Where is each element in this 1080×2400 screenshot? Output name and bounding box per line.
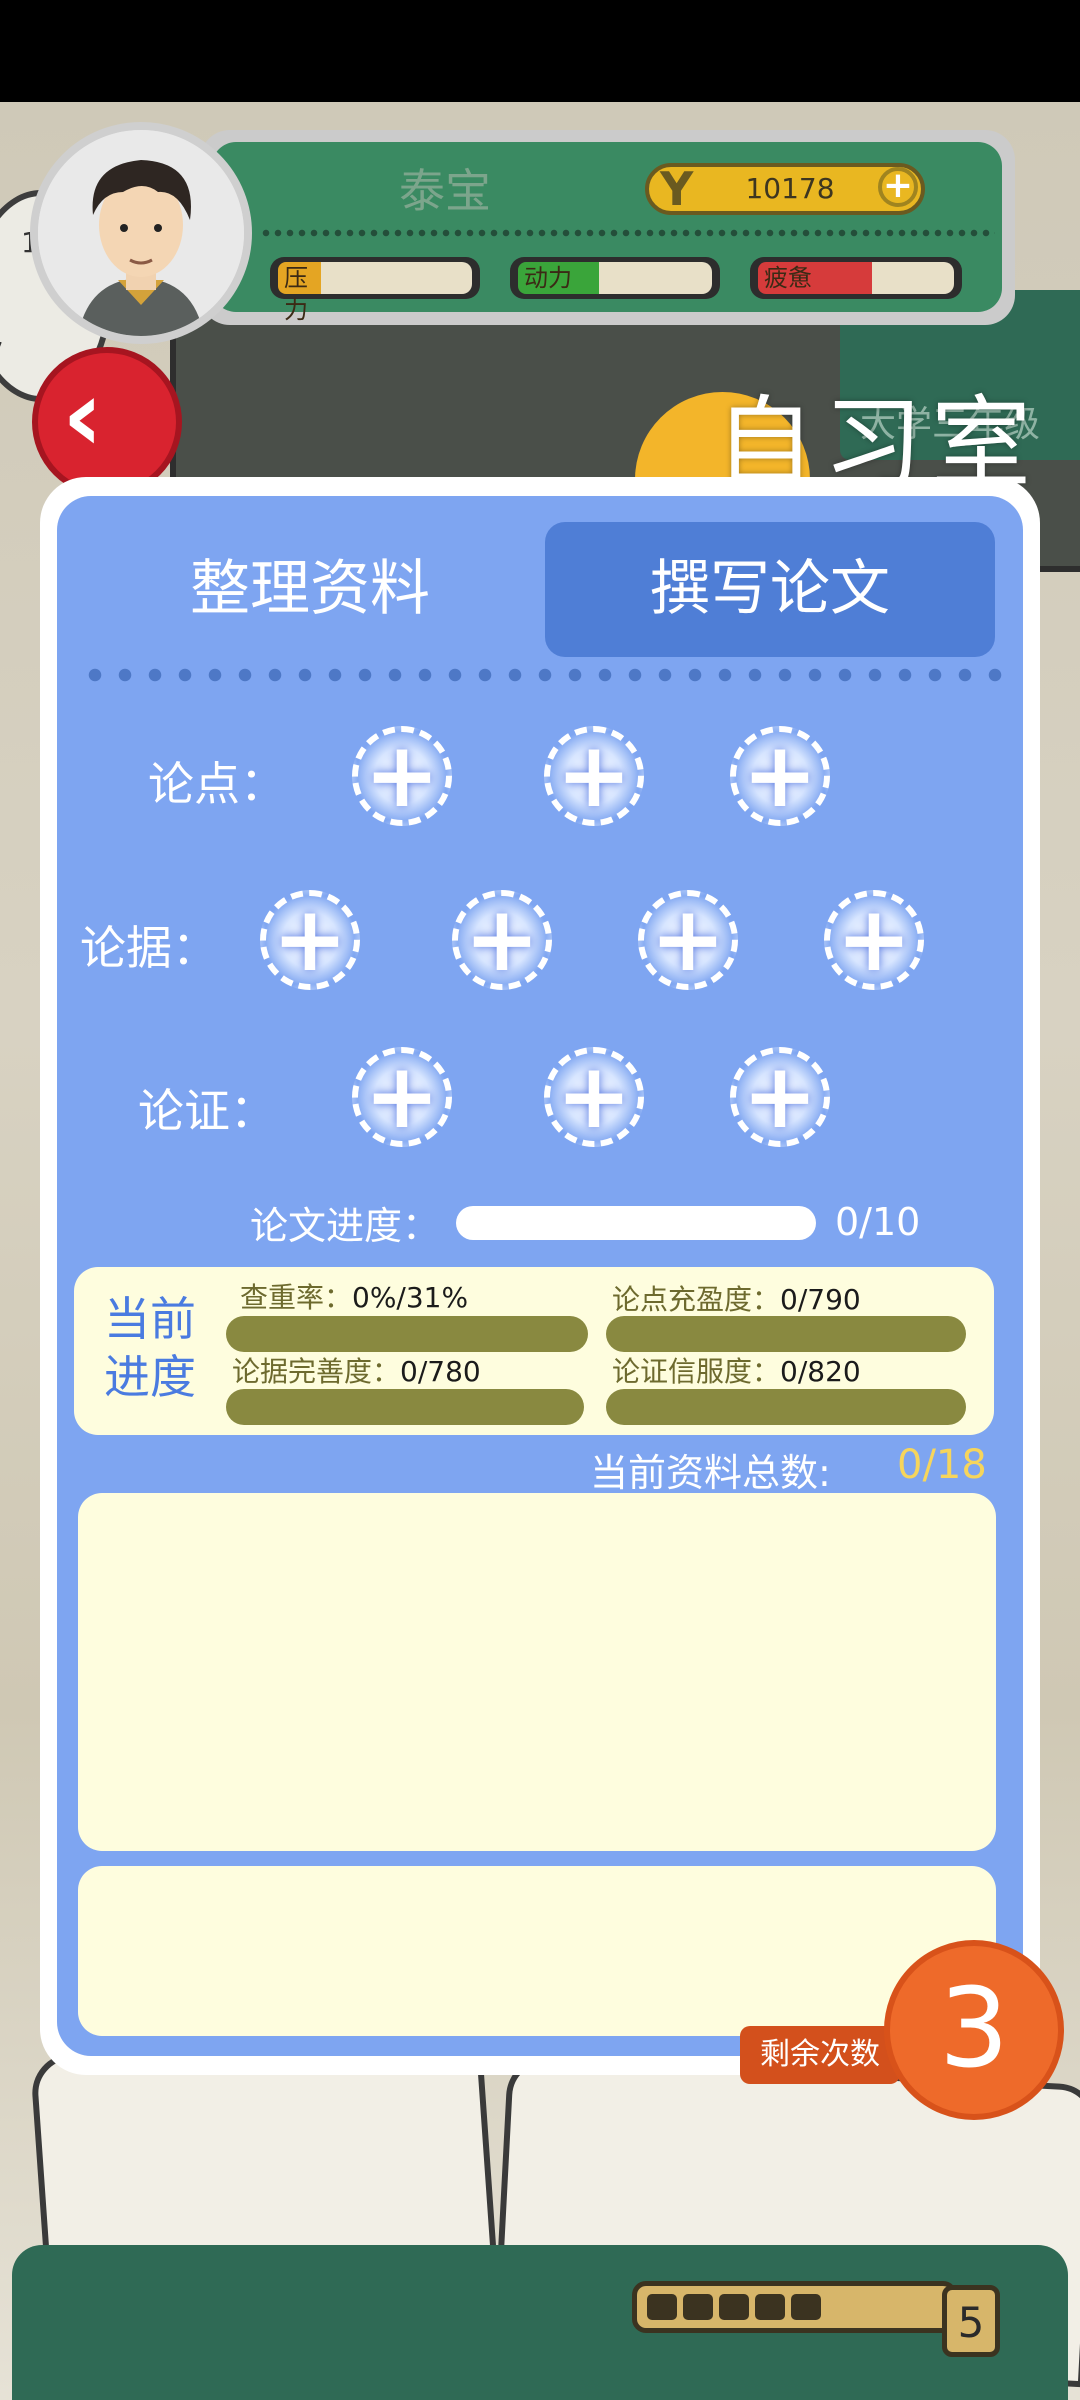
materials-detail-box	[78, 1866, 996, 2036]
energy-bar	[632, 2281, 957, 2333]
evidence-completeness-value: 0/780	[400, 1355, 481, 1388]
evidence-slot[interactable]: +	[638, 890, 738, 990]
coin-icon: Y	[660, 162, 694, 216]
plus-icon: +	[742, 1044, 818, 1149]
materials-total-label: 当前资料总数:	[590, 1451, 831, 1495]
plus-icon: +	[836, 887, 912, 992]
plagiarism-rate: 查重率：0%/31%	[240, 1276, 468, 1316]
chevron-left-icon: ‹	[62, 357, 104, 474]
player-portrait-icon	[38, 130, 244, 336]
reasoning-slot[interactable]: +	[730, 1047, 830, 1147]
current-progress-label-line2: 进度	[104, 1350, 196, 1404]
energy-pip	[791, 2294, 821, 2320]
stat-fatigue: 疲惫	[750, 257, 962, 299]
stat-pressure-track	[321, 262, 472, 294]
plus-icon: +	[364, 1044, 440, 1149]
remaining-attempts-label: 剩余次数	[740, 2026, 900, 2084]
plus-icon: +	[556, 1044, 632, 1149]
argument-slot[interactable]: +	[544, 726, 644, 826]
stat-pressure-label: 压力	[278, 262, 321, 324]
reasoning-credibility: 论证信服度：0/820	[612, 1350, 861, 1390]
current-progress-label-line1: 当前	[104, 1292, 196, 1346]
current-progress-label: 当前 进度	[98, 1290, 202, 1406]
tab-organize-materials[interactable]: 整理资料	[120, 522, 500, 657]
remaining-attempts-badge: 3	[884, 1940, 1064, 2120]
plus-icon: +	[742, 723, 818, 828]
argument-fullness-label: 论点充盈度：	[612, 1283, 781, 1316]
energy-pip	[719, 2294, 749, 2320]
materials-total-value: 0/18	[897, 1442, 987, 1488]
energy-pip	[647, 2294, 677, 2320]
argument-slot[interactable]: +	[730, 726, 830, 826]
energy-count: 5	[942, 2285, 1000, 2357]
argument-fullness-value: 0/790	[780, 1283, 861, 1316]
stat-fatigue-label: 疲惫	[758, 262, 872, 294]
materials-list[interactable]	[78, 1493, 996, 1851]
evidence-completeness-label: 论据完善度：	[232, 1355, 401, 1388]
stat-motivation: 动力	[510, 257, 720, 299]
evidence-completeness: 论据完善度：0/780	[232, 1350, 481, 1390]
evidence-slot[interactable]: +	[452, 890, 552, 990]
add-coins-button[interactable]: +	[878, 167, 918, 207]
avatar[interactable]	[30, 122, 252, 344]
evidence-row-label: 论据：	[80, 921, 218, 975]
stat-motivation-label: 动力	[518, 262, 599, 294]
reasoning-credibility-bar	[606, 1389, 966, 1425]
plus-icon: +	[464, 887, 540, 992]
argument-fullness-bar	[606, 1316, 966, 1352]
stat-fatigue-track	[872, 262, 954, 294]
reasoning-credibility-label: 论证信服度：	[612, 1355, 781, 1388]
argument-row-label: 论点：	[148, 757, 286, 811]
reasoning-credibility-value: 0/820	[780, 1355, 861, 1388]
evidence-completeness-bar	[226, 1389, 584, 1425]
plus-icon: +	[364, 723, 440, 828]
coin-value: 10178	[745, 172, 835, 205]
reasoning-slot[interactable]: +	[544, 1047, 644, 1147]
reasoning-row-label: 论证：	[138, 1084, 276, 1138]
player-name: 泰宝	[399, 164, 491, 218]
back-button[interactable]	[32, 347, 182, 497]
evidence-slot[interactable]: +	[260, 890, 360, 990]
thesis-progress-value: 0/10	[835, 1200, 921, 1244]
thesis-progress-bar	[456, 1206, 816, 1240]
plus-icon: +	[272, 887, 348, 992]
energy-pip	[683, 2294, 713, 2320]
plagiarism-rate-label: 查重率：	[240, 1281, 353, 1314]
tab-write-thesis[interactable]: 撰写论文	[545, 522, 995, 657]
tab-divider	[80, 668, 1008, 682]
stat-motivation-track	[599, 262, 712, 294]
thesis-progress-label: 论文进度：	[250, 1204, 441, 1248]
argument-fullness: 论点充盈度：0/790	[612, 1278, 861, 1318]
header-divider	[260, 229, 995, 237]
energy-pip	[755, 2294, 785, 2320]
argument-slot[interactable]: +	[352, 726, 452, 826]
plagiarism-rate-value: 0%/31%	[352, 1281, 469, 1314]
reasoning-slot[interactable]: +	[352, 1047, 452, 1147]
evidence-slot[interactable]: +	[824, 890, 924, 990]
plus-icon: +	[556, 723, 632, 828]
plus-icon: +	[650, 887, 726, 992]
stat-pressure: 压力	[270, 257, 480, 324]
plagiarism-rate-bar	[226, 1316, 588, 1352]
